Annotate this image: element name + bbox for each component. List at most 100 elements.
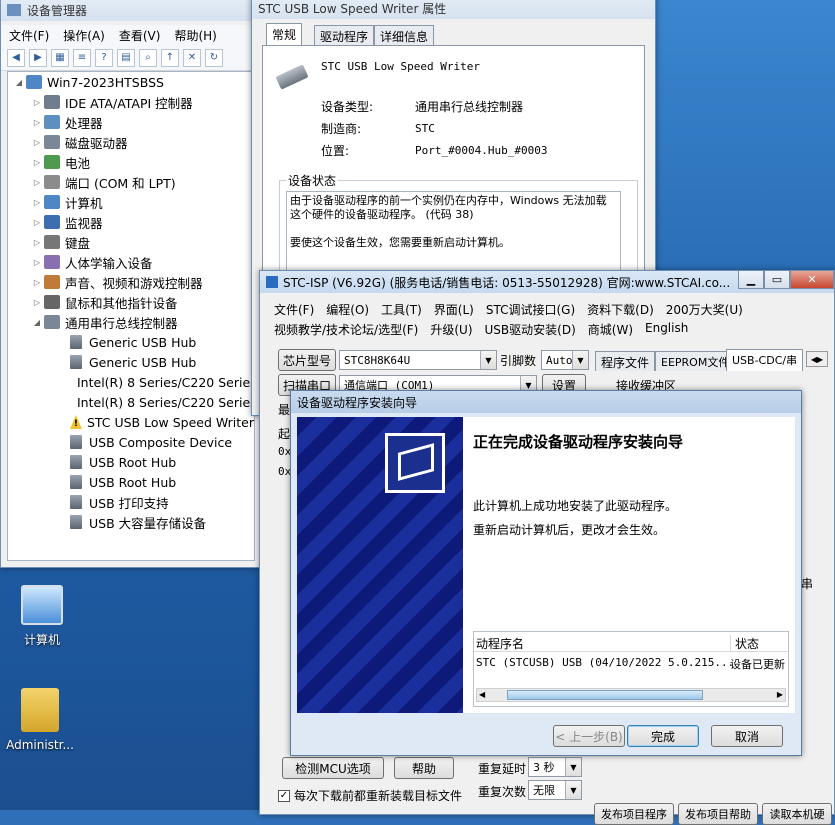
stc-menu-prize[interactable]: 200万大奖(U) <box>666 301 743 318</box>
uninstall-icon[interactable]: ✕ <box>183 48 201 67</box>
device-manager-icon <box>7 4 21 16</box>
expand-arrow-icon[interactable]: ▷ <box>30 138 44 147</box>
expand-arrow-icon[interactable]: ▷ <box>30 218 44 227</box>
menu-file[interactable]: 文件(F) <box>9 27 49 44</box>
horizontal-scrollbar[interactable]: ◀ ▶ <box>476 688 786 702</box>
expand-arrow-icon[interactable]: ▷ <box>30 118 44 127</box>
enable-icon[interactable]: ↻ <box>205 48 223 67</box>
expand-arrow-icon[interactable]: ▷ <box>30 178 44 187</box>
checkbox-checked-icon[interactable]: ✓ <box>278 789 290 802</box>
expand-arrow-icon[interactable]: ▷ <box>30 198 44 207</box>
desktop-icon-computer[interactable]: 计算机 <box>2 585 82 648</box>
scan-icon[interactable]: ⌕ <box>139 48 157 67</box>
tab-program-file[interactable]: 程序文件 <box>595 351 656 371</box>
properties-icon[interactable]: ▦ <box>51 48 69 67</box>
tree-category[interactable]: ▷ 电池 <box>8 152 254 172</box>
tree-category[interactable]: ▷ 计算机 <box>8 192 254 212</box>
title-bar[interactable]: 设备驱动程序安装向导 <box>291 391 801 413</box>
collapse-arrow-icon[interactable]: ◢ <box>30 318 44 327</box>
expand-arrow-icon[interactable]: ▷ <box>30 158 44 167</box>
tree-device[interactable]: USB Root Hub <box>8 472 254 492</box>
detect-mcu-button[interactable]: 检测MCU选项 <box>282 757 384 779</box>
stc-menu-video[interactable]: 视频教学/技术论坛/选型(F) <box>274 321 418 338</box>
stc-menu-store[interactable]: 商城(W) <box>588 321 633 338</box>
stc-menu-english[interactable]: English <box>645 321 688 338</box>
tree-device[interactable]: ! STC USB Low Speed Writer <box>8 412 254 432</box>
tree-root[interactable]: ◢ Win7-2023HTSBSS <box>8 72 254 92</box>
tab-scroll-icon[interactable]: ◀▶ <box>806 351 828 367</box>
scroll-right-icon[interactable]: ▶ <box>777 690 783 699</box>
stc-menu-program[interactable]: 编程(O) <box>326 301 369 318</box>
scroll-left-icon[interactable]: ◀ <box>479 690 485 699</box>
expand-arrow-icon[interactable]: ▷ <box>30 238 44 247</box>
reload-checkbox-row[interactable]: ✓ 每次下载前都重新装载目标文件 <box>278 787 462 804</box>
driver-list-row[interactable]: STC (STCUSB) USB (04/10/2022 5.0.215... … <box>474 652 788 674</box>
collapse-arrow-icon[interactable]: ◢ <box>12 78 26 87</box>
forward-icon[interactable]: ▶ <box>29 48 47 67</box>
tab-usb-cdc[interactable]: USB-CDC/串 <box>726 349 804 371</box>
view-icon[interactable]: ▤ <box>117 48 135 67</box>
expand-arrow-icon[interactable]: ▷ <box>30 298 44 307</box>
retry-count-select[interactable]: 无限 ▼ <box>528 780 582 800</box>
column-status[interactable]: 状态 <box>730 635 759 652</box>
publish-help-button[interactable]: 发布项目帮助 <box>678 803 758 825</box>
tree-category[interactable]: ▷ 键盘 <box>8 232 254 252</box>
stc-menu-debug[interactable]: STC调试接口(G) <box>486 301 575 318</box>
tree-category[interactable]: ▷ 磁盘驱动器 <box>8 132 254 152</box>
tree-category[interactable]: ▷ 监视器 <box>8 212 254 232</box>
chip-model-select[interactable]: STC8H8K64U ▼ <box>339 350 497 370</box>
tree-device[interactable]: Generic USB Hub <box>8 332 254 352</box>
read-hardware-button[interactable]: 读取本机硬 <box>762 803 832 825</box>
help-icon[interactable]: ? <box>95 48 113 67</box>
tree-category[interactable]: ▷ 端口 (COM 和 LPT) <box>8 172 254 192</box>
column-driver-name[interactable]: 动程序名 <box>476 635 524 652</box>
tree-category[interactable]: ▷ 声音、视频和游戏控制器 <box>8 272 254 292</box>
pins-select[interactable]: Auto ▼ <box>541 350 589 370</box>
stc-menu-upgrade[interactable]: 升级(U) <box>430 321 472 338</box>
tree-device[interactable]: Generic USB Hub <box>8 352 254 372</box>
menu-view[interactable]: 查看(V) <box>119 27 161 44</box>
stc-menu-usb-driver[interactable]: USB驱动安装(D) <box>485 321 576 338</box>
stc-menu-tools[interactable]: 工具(T) <box>381 301 422 318</box>
back-icon[interactable]: ◀ <box>7 48 25 67</box>
tree-category[interactable]: ▷ 鼠标和其他指针设备 <box>8 292 254 312</box>
tree-device[interactable]: USB Composite Device <box>8 432 254 452</box>
scroll-thumb[interactable] <box>507 690 703 700</box>
tab-driver[interactable]: 驱动程序 <box>314 25 375 45</box>
expand-arrow-icon[interactable]: ▷ <box>30 278 44 287</box>
title-bar[interactable]: STC USB Low Speed Writer 属性 <box>252 0 655 19</box>
tree-device[interactable]: Intel(R) 8 Series/C220 Series <box>8 372 254 392</box>
tree-device[interactable]: USB 打印支持 <box>8 492 254 512</box>
maximize-button[interactable]: ▭ <box>764 271 790 289</box>
tree-category[interactable]: ▷ IDE ATA/ATAPI 控制器 <box>8 92 254 112</box>
list-icon[interactable]: ≡ <box>73 48 91 67</box>
menu-help[interactable]: 帮助(H) <box>174 27 216 44</box>
expand-arrow-icon[interactable]: ▷ <box>30 258 44 267</box>
tree-category[interactable]: ▷ 人体学输入设备 <box>8 252 254 272</box>
stc-menu-download[interactable]: 资料下载(D) <box>587 301 654 318</box>
desktop-icon-admin[interactable]: Administr... <box>0 688 80 752</box>
update-driver-icon[interactable]: ↑ <box>161 48 179 67</box>
title-bar[interactable]: 设备管理器 <box>1 0 261 21</box>
tree-device[interactable]: Intel(R) 8 Series/C220 Series <box>8 392 254 412</box>
back-button[interactable]: < 上一步(B) <box>553 725 625 747</box>
publish-program-button[interactable]: 发布项目程序 <box>594 803 674 825</box>
cancel-button[interactable]: 取消 <box>711 725 783 747</box>
menu-action[interactable]: 操作(A) <box>63 27 105 44</box>
stc-menu-file[interactable]: 文件(F) <box>274 301 314 318</box>
expand-arrow-icon[interactable]: ▷ <box>30 98 44 107</box>
chip-model-button[interactable]: 芯片型号 <box>278 349 336 371</box>
tree-category[interactable]: ◢ 通用串行总线控制器 <box>8 312 254 332</box>
tab-general[interactable]: 常规 <box>266 23 303 45</box>
minimize-button[interactable]: ▁ <box>738 271 764 289</box>
tree-device[interactable]: USB 大容量存储设备 <box>8 512 254 532</box>
retry-delay-select[interactable]: 3 秒 ▼ <box>528 757 582 777</box>
help-button[interactable]: 帮助 <box>394 757 454 779</box>
tree-category[interactable]: ▷ 处理器 <box>8 112 254 132</box>
stc-menu-interface[interactable]: 界面(L) <box>434 301 474 318</box>
close-button[interactable]: ✕ <box>790 271 834 289</box>
tab-details[interactable]: 详细信息 <box>374 25 435 45</box>
finish-button[interactable]: 完成 <box>627 725 699 747</box>
tab-eeprom-file[interactable]: EEPROM文件 <box>655 351 736 371</box>
tree-device[interactable]: USB Root Hub <box>8 452 254 472</box>
